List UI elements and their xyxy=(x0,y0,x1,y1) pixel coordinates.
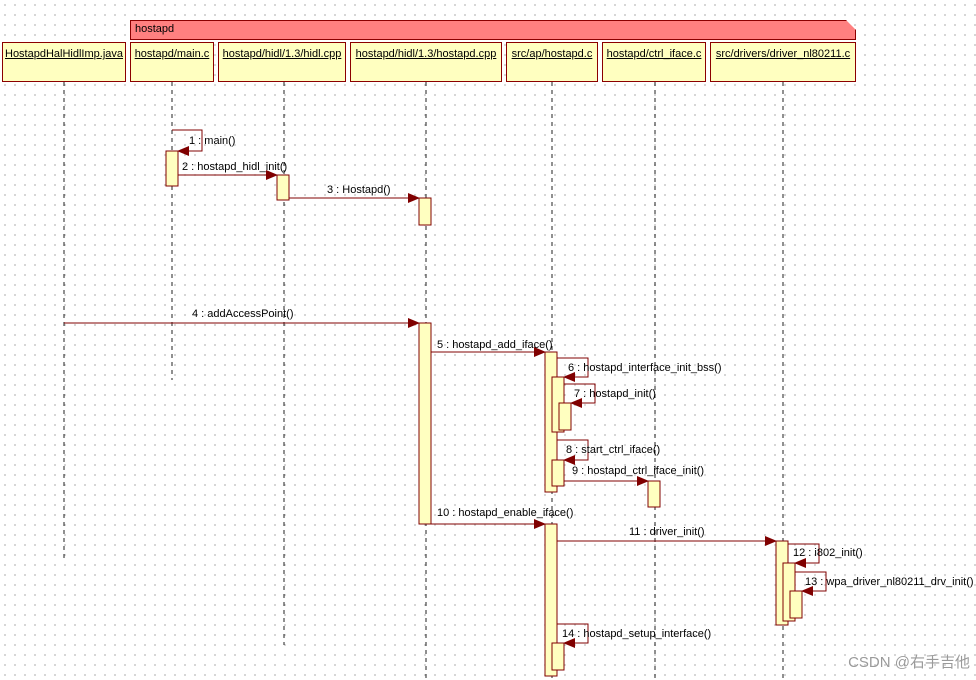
message-13-label: 13 : wpa_driver_nl80211_drv_init() xyxy=(805,576,974,588)
message-12-label: 12 : i802_init() xyxy=(793,547,863,559)
message-9-label: 9 : hostapd_ctrl_iface_init() xyxy=(572,465,705,477)
message-1-label: 1 : main() xyxy=(189,135,236,147)
message-8-label: 8 : start_ctrl_iface() xyxy=(566,444,661,456)
message-10-label: 10 : hostapd_enable_iface() xyxy=(437,507,574,519)
message-11-label: 11 : driver_init() xyxy=(629,526,705,538)
activation-bars xyxy=(165,150,803,677)
csdn-watermark: CSDN @右手吉他 xyxy=(848,654,970,671)
message-14-label: 14 : hostapd_setup_interface() xyxy=(562,628,712,640)
message-2-label: 2 : hostapd_hidl_init() xyxy=(182,161,288,173)
message-7-label: 7 : hostapd_init() xyxy=(574,388,656,400)
message-arrows xyxy=(64,129,827,648)
message-4-label: 4 : addAccessPoint() xyxy=(192,308,294,320)
message-6-label: 6 : hostapd_interface_init_bss() xyxy=(568,362,722,374)
message-5-label: 5 : hostapd_add_iface() xyxy=(437,339,553,351)
message-3-label: 3 : Hostapd() xyxy=(327,184,391,196)
